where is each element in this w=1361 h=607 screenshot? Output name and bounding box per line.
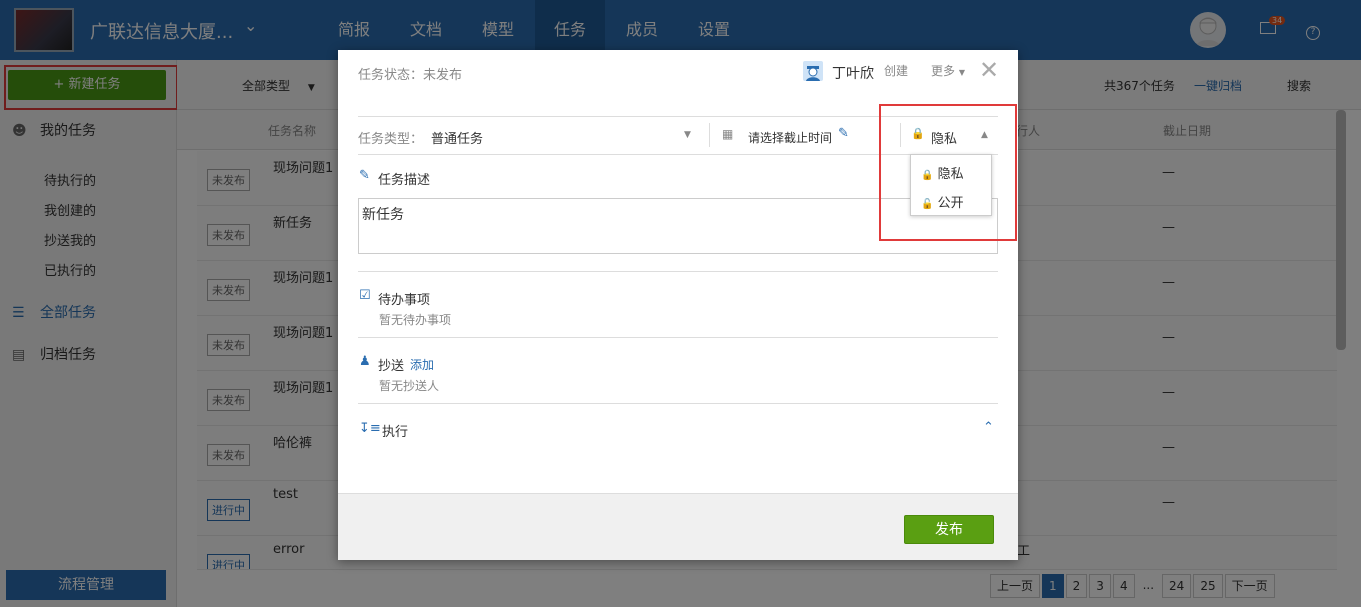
todo-label[interactable]: 待办事项 xyxy=(378,289,430,308)
divider xyxy=(358,271,998,272)
pencil-icon: ✎ xyxy=(359,168,370,183)
more-label: 更多 xyxy=(931,64,956,78)
calendar-icon[interactable]: ▦ xyxy=(722,127,733,141)
todo-empty: 暂无待办事项 xyxy=(379,313,452,327)
desc-label: 任务描述 xyxy=(378,173,431,188)
exec-label: 执行 xyxy=(382,425,409,440)
sort-list-icon: ↧≡ xyxy=(359,421,381,436)
creator-avatar-icon xyxy=(803,61,823,81)
created-label: 创建 xyxy=(884,64,909,78)
publish-button[interactable]: 发布 xyxy=(904,515,994,544)
creator-name[interactable]: 丁叶欣 xyxy=(832,63,874,83)
divider xyxy=(709,123,710,147)
task-type-select[interactable]: 普通任务 xyxy=(431,128,483,147)
cc-add-link[interactable]: 添加 xyxy=(410,356,434,373)
task-type-label: 任务类型： xyxy=(358,132,424,147)
edit-pencil-icon[interactable]: ✎ xyxy=(838,126,849,141)
divider xyxy=(358,337,998,338)
due-date-picker[interactable]: 请选择截止时间 xyxy=(748,129,832,146)
desc-text: 新任务 xyxy=(362,207,404,223)
cc-empty: 暂无抄送人 xyxy=(379,379,440,393)
cc-label: 抄送 xyxy=(378,359,405,374)
task-status: 任务状态：未发布 xyxy=(358,68,463,83)
person-icon: ♟ xyxy=(359,354,371,369)
caret-down-icon: ▼ xyxy=(958,68,965,77)
divider xyxy=(358,403,998,404)
modal-footer: 发布 xyxy=(338,493,1018,560)
highlight-box-privacy xyxy=(879,104,1017,241)
chevron-up-icon[interactable]: ⌃ xyxy=(983,420,994,435)
checkbox-icon: ☑ xyxy=(359,288,371,303)
more-menu[interactable]: 更多 ▼ xyxy=(931,62,965,79)
caret-down-icon[interactable]: ▼ xyxy=(684,130,691,140)
close-icon[interactable]: ✕ xyxy=(979,58,999,82)
